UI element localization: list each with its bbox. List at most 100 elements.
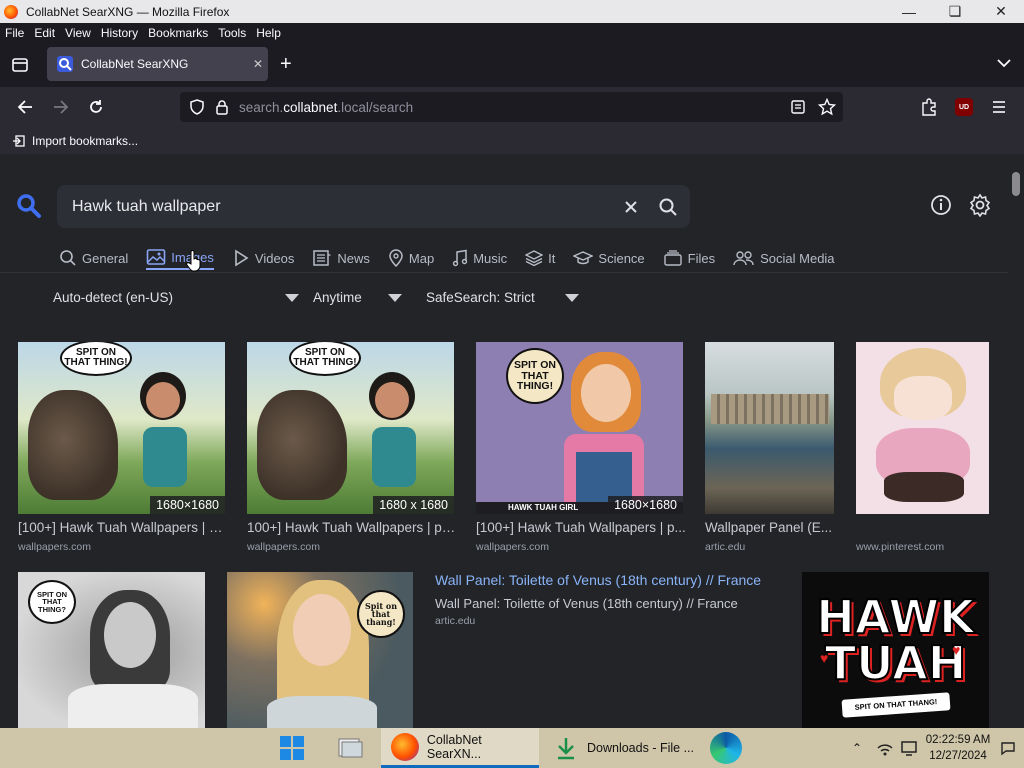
clock-time: 02:22:59 AM <box>925 734 991 746</box>
page-scrollbar[interactable] <box>1008 154 1024 728</box>
new-tab-button[interactable]: + <box>280 53 292 76</box>
tab-searxng[interactable]: CollabNet SearXNG ✕ <box>47 47 268 81</box>
reload-button[interactable] <box>79 92 113 122</box>
result-thumbnail[interactable]: SPIT ON THAT THING! 1680×1680 <box>18 342 225 514</box>
start-button[interactable] <box>279 728 307 768</box>
time-range-label: Anytime <box>313 290 362 305</box>
scrollbar-thumb[interactable] <box>1012 172 1020 196</box>
ublock-origin-icon[interactable]: UD <box>955 98 973 116</box>
result-source: wallpapers.com <box>476 541 549 553</box>
bookmark-star-icon[interactable] <box>818 98 836 116</box>
city-illustration <box>711 394 829 424</box>
speech-bubble: SPIT ON THAT THING! <box>289 342 361 376</box>
menu-tools[interactable]: Tools <box>213 26 251 40</box>
menu-history[interactable]: History <box>96 26 143 40</box>
music-icon <box>453 249 468 267</box>
speech-bubble: SPIT ON THAT THING? <box>28 580 76 624</box>
close-tab-icon[interactable]: ✕ <box>248 57 268 71</box>
result-title[interactable]: [100+] Hawk Tuah Wallpapers | p... <box>476 520 686 535</box>
tab-files[interactable]: Files <box>663 246 715 270</box>
eagle-illustration <box>28 390 118 500</box>
play-icon <box>235 249 249 267</box>
url-bar[interactable]: search.collabnet.local/search <box>180 92 843 122</box>
network-icon[interactable] <box>876 740 894 756</box>
result-thumbnail[interactable] <box>856 342 989 514</box>
newspaper-icon <box>313 250 331 266</box>
list-tabs-icon[interactable] <box>996 55 1012 76</box>
safesearch-filter[interactable]: SafeSearch: Strict <box>426 290 579 305</box>
task-view-button[interactable] <box>337 728 367 768</box>
tab-overview-icon[interactable] <box>10 55 30 75</box>
tab-it[interactable]: It <box>525 246 555 270</box>
result-thumbnail[interactable]: SPIT ON THAT THING? <box>18 572 205 728</box>
map-pin-icon <box>389 249 403 267</box>
show-hidden-icons-button[interactable]: ⌃ <box>852 728 872 768</box>
menu-help[interactable]: Help <box>251 26 286 40</box>
time-range-filter[interactable]: Anytime <box>313 290 402 305</box>
minimize-button[interactable]: — <box>886 0 932 23</box>
taskbar-edge[interactable] <box>710 728 746 768</box>
extensions-icon[interactable] <box>920 98 938 116</box>
tab-social-media[interactable]: Social Media <box>733 246 835 270</box>
taskbar-downloads[interactable]: Downloads - File ... <box>547 728 697 768</box>
info-icon[interactable] <box>930 194 952 216</box>
import-bookmarks-label: Import bookmarks... <box>32 133 139 148</box>
hand-cursor-icon <box>186 250 201 272</box>
menu-edit[interactable]: Edit <box>29 26 60 40</box>
reader-view-icon[interactable] <box>790 99 806 115</box>
language-filter-label: Auto-detect (en-US) <box>53 290 174 305</box>
result-thumbnail[interactable]: Spit on that thang! <box>227 572 413 728</box>
search-submit-icon[interactable] <box>658 197 678 217</box>
result-thumbnail[interactable]: SPIT ON THAT THING! 1680 x 1680 <box>247 342 454 514</box>
searxng-logo-icon[interactable] <box>15 192 43 220</box>
result-title-link[interactable]: Wall Panel: Toilette of Venus (18th cent… <box>435 572 761 588</box>
menu-file[interactable]: File <box>0 26 29 40</box>
back-button[interactable] <box>8 92 42 122</box>
result-title[interactable]: [100+] Hawk Tuah Wallpapers | W... <box>18 520 228 535</box>
close-window-button[interactable]: ✕ <box>978 0 1024 23</box>
maximize-button[interactable]: ❏ <box>932 0 978 23</box>
result-title[interactable]: 100+] Hawk Tuah Wallpapers | pa... <box>247 520 457 535</box>
display-icon[interactable] <box>900 739 918 757</box>
forward-button[interactable] <box>44 92 78 122</box>
result-thumbnail[interactable] <box>705 342 834 514</box>
windows-taskbar: CollabNet SearXN... Downloads - File ...… <box>0 728 1024 768</box>
shield-icon[interactable] <box>189 99 205 115</box>
notification-icon[interactable] <box>1000 740 1016 756</box>
girl-shirt-illustration <box>372 427 416 487</box>
settings-gear-icon[interactable] <box>968 193 992 217</box>
result-source: wallpapers.com <box>18 541 91 553</box>
search-input[interactable] <box>57 196 624 217</box>
tab-music[interactable]: Music <box>452 246 507 270</box>
url-text[interactable]: search.collabnet.local/search <box>239 100 413 115</box>
tab-science[interactable]: Science <box>573 246 645 270</box>
result-title[interactable]: Wallpaper Panel (E... <box>705 520 835 535</box>
tab-videos[interactable]: Videos <box>232 246 294 270</box>
tab-label: CollabNet SearXNG <box>81 57 189 71</box>
lock-icon[interactable] <box>215 99 229 115</box>
category-divider <box>0 272 1008 273</box>
taskbar-firefox[interactable]: CollabNet SearXN... <box>381 728 539 768</box>
tab-files-label: Files <box>687 250 716 266</box>
windows-logo-icon <box>280 736 304 760</box>
firefox-icon <box>4 4 18 19</box>
menu-view[interactable]: View <box>60 26 96 40</box>
tab-news[interactable]: News <box>312 246 370 270</box>
graduation-icon <box>573 251 594 265</box>
girl-head-illustration <box>375 382 409 418</box>
import-bookmarks-link[interactable]: Import bookmarks... <box>12 134 138 148</box>
clear-search-icon[interactable] <box>624 200 638 214</box>
system-clock[interactable]: 02:22:59 AM 12/27/2024 <box>924 732 992 764</box>
tab-music-label: Music <box>473 250 508 266</box>
language-filter[interactable]: Auto-detect (en-US) <box>53 290 300 305</box>
tab-general[interactable]: General <box>59 246 128 270</box>
result-thumbnail[interactable]: SPIT ON THAT THING! HAWK TUAH GIRL 1680×… <box>476 342 683 514</box>
people-icon <box>733 251 754 266</box>
menu-bookmarks[interactable]: Bookmarks <box>143 26 213 40</box>
edge-icon <box>710 732 742 764</box>
result-thumbnail[interactable]: HAWK TUAH SPIT ON THAT THANG! ♥ ♥ <box>802 572 989 728</box>
hamburger-menu-icon[interactable] <box>991 99 1007 115</box>
tab-map[interactable]: Map <box>388 246 434 270</box>
searxng-favicon <box>57 56 73 72</box>
tab-images[interactable]: Images <box>146 246 214 270</box>
